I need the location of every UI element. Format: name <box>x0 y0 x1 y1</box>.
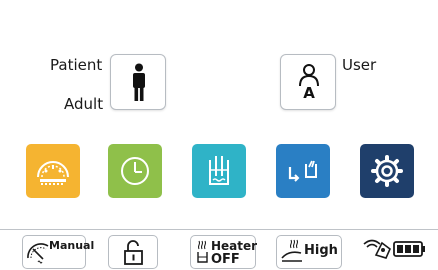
person-icon <box>133 63 145 101</box>
lock-button[interactable] <box>108 235 158 269</box>
user-label: User <box>342 56 377 74</box>
heater-state: OFF <box>211 252 240 267</box>
level-button[interactable]: High <box>276 235 342 269</box>
wireless-icon <box>363 239 391 259</box>
user-icon <box>299 64 319 87</box>
monitor-tile[interactable] <box>26 144 80 198</box>
status-bar: Manual Heater OFF High <box>0 229 438 269</box>
main-screen: Patient Adult A User Manual Heater OFF H… <box>0 0 438 269</box>
patient-button[interactable] <box>110 54 166 110</box>
heater-button[interactable]: Heater OFF <box>190 235 258 269</box>
return-arrow-icon <box>288 160 317 182</box>
gear-icon <box>371 155 403 187</box>
humidifier-icon <box>209 156 229 185</box>
patient-type-label: Adult <box>64 95 104 113</box>
unlock-icon <box>124 240 143 265</box>
return-tile[interactable] <box>276 144 330 198</box>
user-letter: A <box>303 84 315 102</box>
settings-tile[interactable] <box>360 144 414 198</box>
level-label: High <box>304 243 338 258</box>
mode-button[interactable]: Manual <box>22 235 94 269</box>
heater-label: Heater <box>211 239 258 253</box>
user-button[interactable]: A <box>280 54 336 110</box>
battery-icon <box>393 241 425 257</box>
clock-icon <box>121 157 149 185</box>
timer-tile[interactable] <box>108 144 162 198</box>
connection-status <box>363 239 425 259</box>
mode-label: Manual <box>49 239 95 252</box>
patient-label: Patient <box>50 56 103 74</box>
gauge-icon <box>37 161 69 185</box>
humidifier-tile[interactable] <box>192 144 246 198</box>
